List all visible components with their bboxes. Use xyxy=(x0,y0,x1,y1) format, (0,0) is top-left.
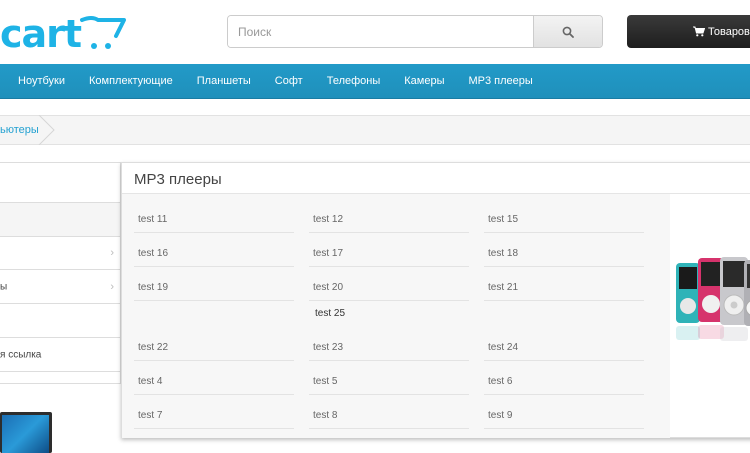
sidebar-item-2[interactable] xyxy=(0,203,120,237)
chevron-right-icon: › xyxy=(110,280,114,293)
subcategory-link[interactable]: test 5 xyxy=(313,376,337,387)
breadcrumb-separator-icon xyxy=(38,115,55,145)
cart-button[interactable]: Товаров xyxy=(627,15,750,48)
mp3-dropdown-panel: MP3 плееры test 11 test 12 test 15 test … xyxy=(121,162,750,438)
sidebar-item-5[interactable] xyxy=(0,304,120,338)
menu-item-mp3-players[interactable]: MP3 плееры xyxy=(457,64,545,99)
sidebar-item-1[interactable] xyxy=(0,163,120,203)
divider xyxy=(484,394,644,395)
divider xyxy=(134,300,294,301)
sidebar-item-6[interactable]: я ссылка xyxy=(0,338,120,372)
mp3-player-product-image[interactable] xyxy=(670,208,750,393)
breadcrumb: ьютеры xyxy=(0,115,750,145)
panel-title: MP3 плееры xyxy=(134,171,222,188)
monitor-product-image[interactable] xyxy=(0,412,52,453)
subcategory-link[interactable]: test 20 xyxy=(313,282,343,293)
subcategory-link[interactable]: test 22 xyxy=(138,342,168,353)
subcategory-link[interactable]: test 19 xyxy=(138,282,168,293)
divider xyxy=(309,394,469,395)
subcategory-link[interactable]: test 21 xyxy=(488,282,518,293)
divider xyxy=(484,266,644,267)
divider xyxy=(484,300,644,301)
subcategory-link[interactable]: test 15 xyxy=(488,214,518,225)
sidebar-item-label: ы xyxy=(0,281,8,292)
subcategory-link[interactable]: test 17 xyxy=(313,248,343,259)
divider xyxy=(134,360,294,361)
logo[interactable]: cart xyxy=(0,12,140,56)
subcategory-link[interactable]: test 6 xyxy=(488,376,512,387)
divider xyxy=(484,232,644,233)
menu-item-components[interactable]: Комплектующие xyxy=(77,64,185,99)
shopping-cart-icon xyxy=(693,26,705,37)
main-menu: Ноутбуки Комплектующие Планшеты Софт Тел… xyxy=(0,64,750,99)
divider xyxy=(134,428,294,429)
divider xyxy=(309,300,469,301)
subcategory-grid: test 11 test 12 test 15 test 16 test 17 … xyxy=(122,194,670,438)
divider xyxy=(134,232,294,233)
subcategory-link[interactable]: test 4 xyxy=(138,376,162,387)
menu-item-laptops[interactable]: Ноутбуки xyxy=(6,64,77,99)
divider xyxy=(134,266,294,267)
cart-label: Товаров xyxy=(708,25,750,38)
menu-item-tablets[interactable]: Планшеты xyxy=(185,64,263,99)
subcategory-link[interactable]: test 24 xyxy=(488,342,518,353)
subcategory-link[interactable]: test 8 xyxy=(313,410,337,421)
logo-text: cart xyxy=(0,12,82,56)
cart-logo-icon xyxy=(80,16,126,49)
subcategory-link[interactable]: test 12 xyxy=(313,214,343,225)
menu-item-cameras[interactable]: Камеры xyxy=(392,64,456,99)
subcategory-link[interactable]: test 11 xyxy=(138,214,167,225)
divider xyxy=(309,266,469,267)
subcategory-link[interactable]: test 9 xyxy=(488,410,512,421)
monitor-screen xyxy=(2,415,49,453)
menu-item-software[interactable]: Софт xyxy=(263,64,315,99)
subcategory-link[interactable]: test 16 xyxy=(138,248,168,259)
divider xyxy=(484,428,644,429)
divider xyxy=(309,360,469,361)
subcategory-link[interactable]: test 23 xyxy=(313,342,343,353)
search-input[interactable] xyxy=(228,16,533,47)
search-icon xyxy=(562,26,574,38)
search-button[interactable] xyxy=(533,16,602,47)
category-sidebar: › ы › я ссылка xyxy=(0,162,121,384)
breadcrumb-link-computers[interactable]: ьютеры xyxy=(0,116,39,144)
menu-item-phones[interactable]: Телефоны xyxy=(315,64,393,99)
subcategory-link[interactable]: test 25 xyxy=(315,308,345,319)
search-box xyxy=(227,15,603,48)
divider xyxy=(309,232,469,233)
sidebar-item-label: я ссылка xyxy=(0,349,42,360)
divider xyxy=(309,428,469,429)
ipod-nano-illustration xyxy=(676,257,750,341)
divider xyxy=(134,394,294,395)
subcategory-link[interactable]: test 7 xyxy=(138,410,162,421)
sidebar-item-4[interactable]: ы › xyxy=(0,270,120,304)
sidebar-item-3[interactable]: › xyxy=(0,237,120,270)
chevron-right-icon: › xyxy=(110,247,114,259)
subcategory-link[interactable]: test 18 xyxy=(488,248,518,259)
divider xyxy=(484,360,644,361)
